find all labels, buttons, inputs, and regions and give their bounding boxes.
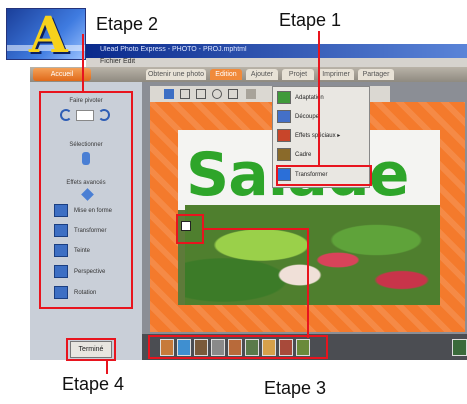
- salad-image: [185, 205, 440, 305]
- window-title: Ulead Photo Express - PHOTO - PROJ.mphtm…: [100, 46, 247, 53]
- step1-label: Etape 1: [279, 10, 342, 31]
- redo-icon[interactable]: [196, 89, 206, 99]
- submenu-arrow-icon: ▸: [337, 133, 341, 139]
- tab-share[interactable]: Partager: [358, 69, 394, 80]
- step4-highlight: [66, 338, 116, 361]
- step2-label: Etape 2: [96, 14, 159, 35]
- app-logo: A: [6, 8, 86, 60]
- adaptation-icon: [277, 90, 291, 104]
- tab-edit[interactable]: Edition: [210, 69, 242, 80]
- tab-add[interactable]: Ajouter: [246, 69, 278, 80]
- step2-highlight: [39, 91, 133, 309]
- step2-connector: [82, 34, 84, 92]
- logo-letter: A: [29, 8, 68, 60]
- tab-project[interactable]: Projet: [282, 69, 314, 80]
- menu-bar[interactable]: Fichier Edit: [86, 58, 467, 67]
- step3-connector-v: [307, 228, 309, 338]
- step3-label: Etape 3: [264, 378, 327, 399]
- tab-print[interactable]: Imprimer: [318, 69, 354, 80]
- cutout-icon: [277, 109, 291, 123]
- step4-connector: [106, 360, 108, 374]
- popup-item-decoupe[interactable]: Découpe: [277, 109, 365, 126]
- frame-icon: [277, 147, 291, 161]
- popup-item-cadre[interactable]: Cadre: [277, 147, 365, 164]
- tray-highlight: [148, 335, 328, 359]
- special-effects-icon: [277, 128, 291, 142]
- effects-menu-icon[interactable]: [246, 89, 256, 99]
- undo-icon[interactable]: [180, 89, 190, 99]
- popup-item-adaptation[interactable]: Adaptation: [277, 90, 365, 107]
- zoom-icon[interactable]: [212, 89, 222, 99]
- menu-items[interactable]: Fichier Edit: [100, 58, 135, 65]
- tab-get-photo[interactable]: Obtenir une photo: [146, 69, 206, 80]
- step1-highlight: [276, 165, 372, 186]
- save-icon[interactable]: [164, 89, 174, 99]
- step4-label: Etape 4: [62, 374, 125, 395]
- popup-item-effets[interactable]: Effets spéciaux ▸: [277, 128, 365, 145]
- step1-connector: [318, 30, 320, 166]
- step3-connector-h: [203, 228, 308, 230]
- screenshot-root: { "steps": { "step1": "Etape 1", "step2"…: [0, 0, 467, 404]
- tray-thumb[interactable]: [452, 339, 467, 356]
- step3-highlight: [176, 214, 204, 244]
- crop-icon[interactable]: [228, 89, 238, 99]
